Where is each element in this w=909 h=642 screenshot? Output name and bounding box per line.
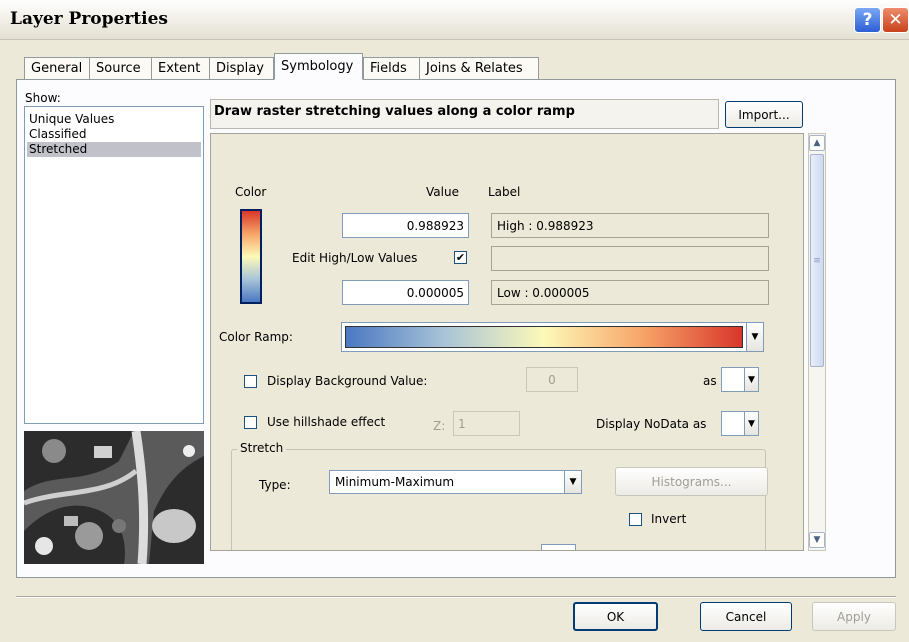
background-value-input[interactable]: 0 — [526, 367, 578, 392]
dropdown-arrow-icon[interactable]: ▼ — [564, 471, 581, 493]
renderer-description: Draw raster stretching values along a co… — [210, 99, 719, 129]
help-icon[interactable]: ? — [854, 7, 881, 33]
tab-display[interactable]: Display — [209, 57, 274, 79]
high-value-input[interactable]: 0.988923 — [342, 213, 469, 238]
as-label: as — [703, 374, 717, 388]
tab-fields[interactable]: Fields — [363, 57, 420, 79]
stretch-type-dropdown[interactable]: Minimum-Maximum ▼ — [329, 470, 582, 494]
label-header: Label — [488, 185, 521, 199]
scroll-up-icon[interactable]: ▲ — [809, 135, 825, 151]
color-ramp-dropdown[interactable]: ▼ — [341, 322, 764, 352]
z-factor-input[interactable]: 1 — [453, 411, 520, 436]
footer-divider — [16, 596, 896, 598]
dropdown-arrow-icon[interactable]: ▼ — [744, 412, 758, 435]
close-icon[interactable]: ✕ — [882, 7, 909, 33]
hillshade-checkbox[interactable] — [244, 416, 257, 429]
tab-symbology[interactable]: Symbology — [274, 53, 363, 80]
color-ramp-swatch[interactable] — [240, 209, 262, 304]
show-label: Show: — [25, 91, 61, 105]
z-label: Z: — [433, 419, 446, 433]
tab-joins-relates[interactable]: Joins & Relates — [419, 57, 539, 79]
stretch-type-label: Type: — [259, 478, 291, 492]
hillshade-label: Use hillshade effect — [267, 415, 386, 429]
histograms-button[interactable]: Histograms... — [615, 467, 768, 496]
tab-extent[interactable]: Extent — [151, 57, 210, 79]
color-ramp-label: Color Ramp: — [219, 330, 293, 344]
low-value-input[interactable]: 0.000005 — [342, 280, 469, 305]
color-header: Color — [235, 185, 267, 199]
background-color-picker[interactable]: ▼ — [721, 367, 759, 392]
list-item-stretched[interactable]: Stretched — [27, 142, 201, 157]
stretch-type-value: Minimum-Maximum — [335, 475, 455, 489]
invert-checkbox[interactable] — [629, 513, 642, 526]
nodata-color-picker[interactable]: ▼ — [721, 411, 759, 436]
partial-checkbox[interactable] — [259, 550, 272, 551]
display-background-label: Display Background Value: — [267, 374, 428, 388]
edit-high-low-checkbox[interactable]: ✔ — [454, 251, 467, 264]
invert-label: Invert — [651, 512, 687, 526]
low-label-input[interactable]: Low : 0.000005 — [491, 280, 769, 305]
stretch-groupbox — [231, 449, 766, 550]
dropdown-arrow-icon[interactable]: ▼ — [744, 368, 758, 391]
list-item-unique-values[interactable]: Unique Values — [27, 112, 201, 127]
color-ramp-preview — [345, 326, 743, 348]
ok-button[interactable]: OK — [573, 602, 658, 631]
window-title: Layer Properties — [10, 9, 168, 29]
edit-high-low-label: Edit High/Low Values — [292, 251, 418, 265]
list-item-classified[interactable]: Classified — [27, 127, 201, 142]
nodata-label: Display NoData as — [596, 417, 707, 431]
cancel-button[interactable]: Cancel — [700, 602, 792, 631]
apply-button[interactable]: Apply — [812, 602, 896, 631]
grip-icon: ≡ — [813, 255, 821, 266]
stretched-settings-panel: Color Value Label 0.988923 High : 0.9889… — [210, 133, 804, 551]
partial-input[interactable] — [541, 544, 576, 550]
middle-label-input[interactable] — [491, 246, 769, 271]
raster-thumbnail — [24, 431, 204, 564]
dropdown-arrow-icon[interactable]: ▼ — [746, 323, 763, 351]
renderer-list[interactable]: Unique Values Classified Stretched — [24, 106, 204, 424]
scroll-down-icon[interactable]: ▼ — [809, 532, 825, 548]
tab-general[interactable]: General — [24, 57, 90, 79]
stretch-group-label: Stretch — [237, 441, 287, 455]
scroll-thumb[interactable]: ≡ — [810, 154, 824, 367]
vertical-scrollbar[interactable]: ▲ ≡ ▼ — [808, 133, 826, 551]
high-label-input[interactable]: High : 0.988923 — [491, 213, 769, 238]
value-header: Value — [426, 185, 459, 199]
tab-source[interactable]: Source — [89, 57, 152, 79]
import-button[interactable]: Import... — [725, 101, 803, 128]
display-background-checkbox[interactable] — [244, 375, 257, 388]
